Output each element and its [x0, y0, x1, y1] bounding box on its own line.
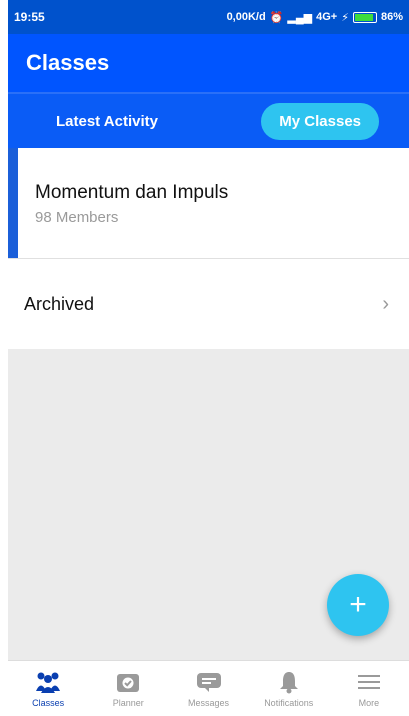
nav-label-more: More [358, 697, 380, 708]
app-bar: Classes [8, 34, 409, 92]
archived-row[interactable]: Archived › [8, 259, 409, 349]
nav-label-messages: Messages [187, 697, 230, 708]
status-bar: 19:55 0,00K/d ⏰ ▂▄▆ 4G+ ⚡ 86% [8, 0, 409, 34]
nav-notifications[interactable]: Notifications [249, 661, 329, 716]
menu-icon [355, 670, 383, 694]
page-title: Classes [26, 50, 110, 75]
add-class-button[interactable]: + [327, 574, 389, 636]
plus-icon: + [349, 588, 367, 621]
tab-latest-activity[interactable]: Latest Activity [38, 103, 176, 140]
nav-label-planner: Planner [112, 697, 144, 708]
tab-my-classes[interactable]: My Classes [261, 102, 379, 140]
battery-icon [352, 11, 377, 23]
status-time: 19:55 [14, 10, 45, 24]
status-right: 0,00K/d ⏰ ▂▄▆ 4G+ ⚡ 86% [227, 11, 403, 24]
alarm-icon: ⏰ [269, 11, 284, 24]
nav-classes[interactable]: Classes [8, 661, 88, 716]
battery-level: 86% [380, 11, 403, 23]
network-speed: 0,00K/d [226, 11, 266, 23]
tab-bar: Latest Activity My Classes [8, 92, 409, 148]
class-accent-bar [8, 148, 18, 258]
planner-icon [114, 670, 142, 694]
class-members: 98 Members [35, 209, 119, 226]
app-frame: 19:55 0,00K/d ⏰ ▂▄▆ 4G+ ⚡ 86% Classes La… [8, 0, 409, 716]
nav-label-classes: Classes [32, 697, 65, 708]
bell-icon [275, 670, 303, 694]
chevron-right-icon: › [382, 292, 389, 315]
network-type: 4G+ [316, 11, 338, 23]
nav-more[interactable]: More [329, 661, 409, 716]
signal-icon: ▂▄▆ [287, 11, 313, 24]
class-card[interactable]: Momentum dan Impuls 98 Members [8, 148, 409, 258]
bottom-nav: Classes Planner Messages Notifications M… [8, 660, 409, 716]
nav-label-notifications: Notifications [264, 697, 314, 708]
nav-planner[interactable]: Planner [88, 661, 168, 716]
charging-icon: ⚡ [341, 11, 349, 24]
nav-messages[interactable]: Messages [168, 661, 248, 716]
archived-label: Archived [24, 293, 95, 314]
classes-icon [34, 670, 62, 694]
class-name: Momentum dan Impuls [35, 182, 229, 203]
messages-icon [195, 670, 223, 694]
